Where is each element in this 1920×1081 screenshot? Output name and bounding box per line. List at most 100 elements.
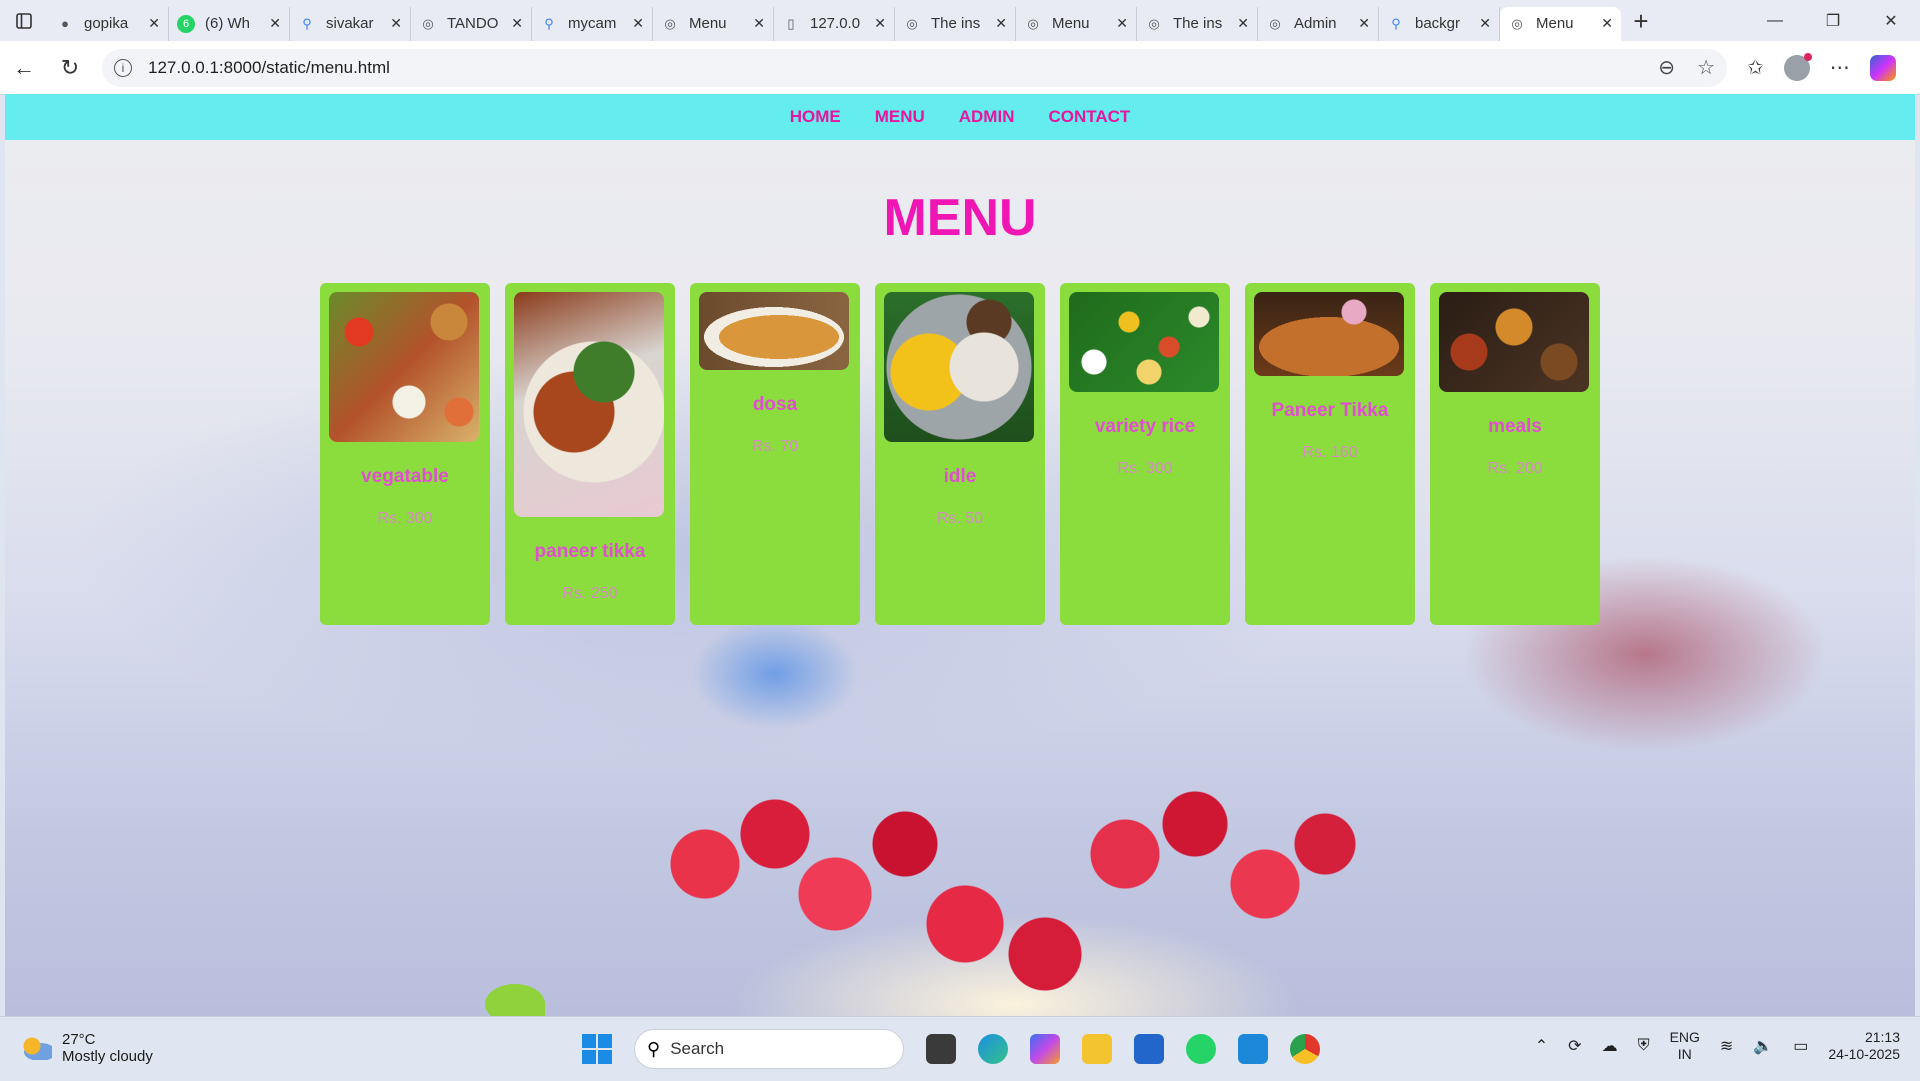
close-icon[interactable]: ✕ — [1358, 15, 1370, 32]
tab-title: (6) Wh — [205, 15, 250, 32]
clock-date: 24-10-2025 — [1828, 1046, 1900, 1062]
browser-tab[interactable]: ● gopika ✕ — [48, 6, 169, 41]
tab-bar: ● gopika ✕ 6 (6) Wh ✕ ⚲ sivakar ✕ ◎ TANDO ✕ ⚲ myc… — [0, 0, 1920, 41]
dessert-background-image — [565, 764, 1465, 1016]
variety-rice-photo — [1069, 292, 1219, 392]
nav-menu-link[interactable]: MENU — [875, 107, 925, 127]
close-icon[interactable]: ✕ — [1601, 15, 1613, 32]
mint-leaf-decoration — [485, 984, 545, 1016]
vscode-icon[interactable] — [1238, 1034, 1268, 1064]
restore-icon[interactable]: ❐ — [1804, 0, 1862, 41]
menu-card[interactable]: variety rice Rs. 300 — [1060, 283, 1230, 625]
wifi-icon[interactable]: ≋ — [1720, 1036, 1733, 1056]
dosa-photo — [699, 292, 849, 370]
site-navbar: HOME MENU ADMIN CONTACT — [5, 94, 1915, 140]
whatsapp-app-icon[interactable] — [1186, 1034, 1216, 1064]
tab-title: Admin — [1294, 15, 1337, 32]
browser-tab[interactable]: ◎ The ins ✕ — [1137, 6, 1258, 41]
volume-icon[interactable]: 🔈 — [1753, 1036, 1773, 1056]
menu-card[interactable]: paneer tikka Rs. 250 — [505, 283, 675, 625]
menu-card[interactable]: vegatable Rs. 300 — [320, 283, 490, 625]
globe-icon: ◎ — [422, 15, 434, 31]
tab-title: sivakar — [326, 15, 374, 32]
back-icon[interactable]: ← — [2, 46, 46, 90]
close-icon[interactable]: ✕ — [1237, 15, 1249, 32]
onedrive-offline-icon[interactable]: ☁ — [1602, 1036, 1618, 1056]
url-text[interactable]: 127.0.0.1:8000/static/menu.html — [148, 58, 390, 78]
favorites-icon[interactable]: ✩ — [1747, 55, 1764, 80]
close-window-icon[interactable]: ✕ — [1862, 0, 1920, 41]
paneer-tikka-photo-2 — [1254, 292, 1404, 376]
menu-card[interactable]: Paneer Tikka Rs. 160 — [1245, 283, 1415, 625]
site-info-icon[interactable]: i — [114, 58, 132, 77]
task-view-icon[interactable] — [926, 1034, 956, 1064]
close-icon[interactable]: ✕ — [753, 15, 765, 32]
minimize-icon[interactable]: — — [1746, 0, 1804, 41]
edge-icon[interactable] — [978, 1034, 1008, 1064]
close-icon[interactable]: ✕ — [632, 15, 644, 32]
more-options-icon[interactable]: ⋯ — [1830, 55, 1850, 80]
browser-tab[interactable]: ◎ Admin ✕ — [1258, 6, 1379, 41]
nav-contact-link[interactable]: CONTACT — [1048, 107, 1130, 127]
globe-icon: ◎ — [1269, 15, 1281, 31]
tab-title: 127.0.0 — [810, 15, 861, 32]
microsoft-store-icon[interactable] — [1134, 1034, 1164, 1064]
address-bar[interactable]: i 127.0.0.1:8000/static/menu.html ⊖ ☆ — [102, 48, 1727, 87]
close-icon[interactable]: ✕ — [511, 15, 523, 32]
sync-icon[interactable]: ⟳ — [1568, 1036, 1581, 1056]
new-tab-button[interactable]: + — [1621, 1, 1661, 41]
close-icon[interactable]: ✕ — [390, 15, 402, 32]
tab-title: gopika — [84, 15, 129, 32]
nav-admin-link[interactable]: ADMIN — [959, 107, 1015, 127]
browser-tab-active[interactable]: ◎ Menu ✕ — [1500, 6, 1621, 41]
paneer-tikka-photo — [514, 292, 664, 517]
globe-icon: ◎ — [664, 15, 676, 31]
browser-tab[interactable]: ▯ 127.0.0 ✕ — [774, 6, 895, 41]
chrome-icon[interactable] — [1290, 1034, 1320, 1064]
nav-home-link[interactable]: HOME — [790, 107, 841, 127]
menu-card[interactable]: dosa Rs. 70 — [690, 283, 860, 625]
dish-name: vegatable — [361, 466, 449, 487]
idli-photo — [884, 292, 1034, 442]
copilot-icon[interactable] — [1869, 54, 1896, 81]
dish-price: Rs. 300 — [1117, 460, 1173, 477]
file-explorer-icon[interactable] — [1082, 1034, 1112, 1064]
favorite-star-icon[interactable]: ☆ — [1697, 55, 1715, 80]
windows-taskbar: 27°C Mostly cloudy ⚲ Search ⌃ ⟳ ☁ ⛨ ENG … — [0, 1016, 1920, 1081]
battery-icon[interactable]: ▭ — [1793, 1036, 1808, 1056]
dish-name: paneer tikka — [534, 541, 646, 562]
dish-price: Rs. 250 — [562, 585, 618, 602]
close-icon[interactable]: ✕ — [995, 15, 1007, 32]
profile-avatar[interactable] — [1783, 52, 1812, 81]
language-indicator[interactable]: ENG IN — [1670, 1029, 1700, 1063]
clock[interactable]: 21:13 24-10-2025 — [1828, 1029, 1900, 1063]
show-hidden-icons-chevron-icon[interactable]: ⌃ — [1535, 1036, 1548, 1056]
browser-tab[interactable]: ◎ The ins ✕ — [895, 6, 1016, 41]
menu-card[interactable]: meals Rs. 200 — [1430, 283, 1600, 625]
tab-title: The ins — [1173, 15, 1223, 32]
tab-actions-icon[interactable] — [0, 0, 48, 41]
zoom-icon[interactable]: ⊖ — [1658, 55, 1675, 80]
browser-tab[interactable]: ◎ Menu ✕ — [653, 6, 774, 41]
copilot-app-icon[interactable] — [1030, 1034, 1060, 1064]
close-icon[interactable]: ✕ — [1479, 15, 1491, 32]
globe-icon: ◎ — [1027, 15, 1039, 31]
menu-card[interactable]: idle Rs. 50 — [875, 283, 1045, 625]
security-shield-icon[interactable]: ⛨ — [1638, 1037, 1650, 1055]
taskbar-search[interactable]: ⚲ Search — [634, 1029, 904, 1069]
tab-title: Menu — [1536, 15, 1574, 32]
browser-tab[interactable]: ⚲ sivakar ✕ — [290, 6, 411, 41]
close-icon[interactable]: ✕ — [874, 15, 886, 32]
search-icon: ⚲ — [302, 15, 312, 31]
close-icon[interactable]: ✕ — [148, 15, 160, 32]
browser-tab[interactable]: 6 (6) Wh ✕ — [169, 6, 290, 41]
close-icon[interactable]: ✕ — [269, 15, 281, 32]
refresh-icon[interactable]: ↻ — [48, 46, 92, 90]
windows-start-icon[interactable] — [582, 1034, 612, 1064]
browser-tab[interactable]: ◎ TANDO ✕ — [411, 6, 532, 41]
browser-tab[interactable]: ◎ Menu ✕ — [1016, 6, 1137, 41]
browser-tab[interactable]: ⚲ backgr ✕ — [1379, 6, 1500, 41]
browser-tab[interactable]: ⚲ mycam ✕ — [532, 6, 653, 41]
weather-widget[interactable]: 27°C Mostly cloudy — [20, 1031, 153, 1065]
close-icon[interactable]: ✕ — [1116, 15, 1128, 32]
